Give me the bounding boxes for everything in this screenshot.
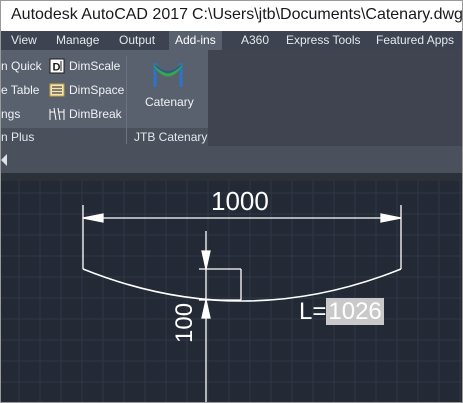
dimspace-label: DimSpace [69,83,125,97]
file-path: C:\Users\jtb\Documents\Catenary.dwg [192,6,463,23]
catenary-icon [153,63,183,87]
sag-arrow-bottom [201,299,211,319]
catenary-button-label: Catenary [145,95,194,109]
dimbreak-icon [49,107,65,121]
tab-featured-apps[interactable]: Featured Apps [376,31,454,50]
tab-manage[interactable]: Manage [56,31,99,50]
file-tab-strip [1,146,462,173]
dimspace-icon [49,83,65,97]
panel-separator [126,56,127,144]
panel-title-jtb-catenary: JTB Catenary [134,130,208,144]
ribbon-empty-area [208,50,462,146]
ribbon-item-settings[interactable]: ngs [1,107,20,121]
ribbon-item-table[interactable]: e Table [1,83,39,97]
ribbon-tab-bar: View Manage Output Add-ins A360 Express … [1,31,462,50]
panel-title-plus: n Plus [1,130,35,144]
span-arrow-left [82,213,104,223]
tab-scroll-left-icon[interactable] [1,154,7,166]
svg-text:D: D [53,62,61,74]
tab-express-tools[interactable]: Express Tools [286,31,360,50]
tab-view[interactable]: View [11,31,37,50]
length-prefix: L= [299,298,327,325]
tab-output[interactable]: Output [119,31,155,50]
span-dimension-text: 1000 [211,186,269,216]
canvas-top-border [1,173,462,181]
sag-arrow-top [201,250,211,270]
catenary-curve [82,268,402,302]
tab-a360[interactable]: A360 [241,31,269,50]
span-arrow-right [380,213,402,223]
dimscale-label: DimScale [69,59,121,73]
dimbreak-label: DimBreak [69,107,122,121]
length-value: 1026 [326,298,384,325]
dimscale-icon: D [49,58,65,74]
title-bar: Autodesk AutoCAD 2017 C:\Users\jtb\Docum… [1,1,462,31]
length-annotation[interactable]: L=1026 [299,298,384,326]
sag-dimension-text: 100 [171,302,198,343]
tab-add-ins[interactable]: Add-ins [169,31,222,50]
app-title: Autodesk AutoCAD 2017 [11,6,189,23]
ribbon-item-quick[interactable]: n Quick [1,59,42,73]
autocad-window: Autodesk AutoCAD 2017 C:\Users\jtb\Docum… [0,0,463,403]
ribbon-panel-area: n Quick e Table ngs D DimScale DimSpace [1,50,462,146]
